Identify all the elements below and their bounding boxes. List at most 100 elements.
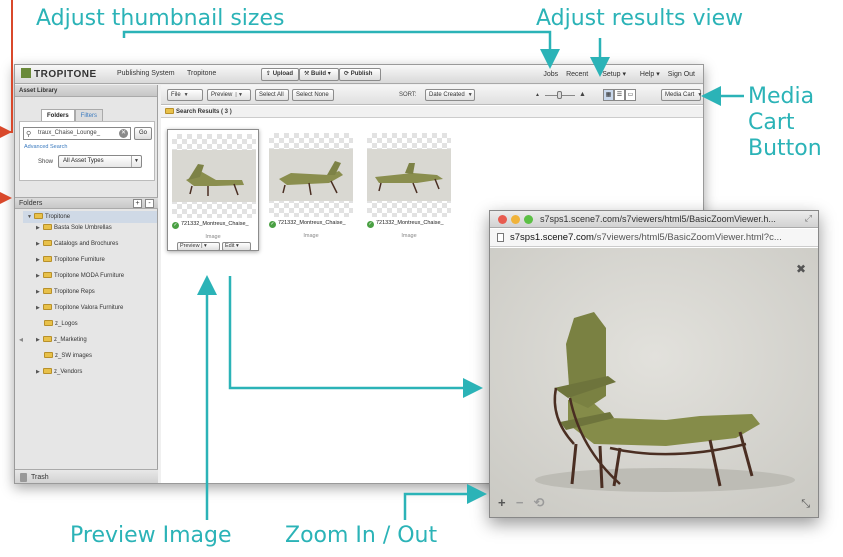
folder-item[interactable]: ▶ Catalogs and Brochures xyxy=(27,239,157,255)
search-results-header: Search Results ( 3 ) xyxy=(161,106,703,118)
select-all-button[interactable]: Select All xyxy=(255,89,289,101)
trash[interactable]: Trash xyxy=(15,469,158,483)
chevron-right-icon[interactable]: ▶ xyxy=(36,287,43,297)
grid-view-button[interactable]: ▦ xyxy=(603,89,614,101)
chevron-down-icon: ▼ xyxy=(183,92,189,98)
asset-thumbnail[interactable] xyxy=(367,133,451,217)
sort-select[interactable]: Date Created ▼ xyxy=(425,89,475,101)
chaise-lounge-image xyxy=(172,150,256,202)
folder-root[interactable]: ▼ Tropitone xyxy=(23,211,157,223)
chevron-right-icon[interactable]: ▶ xyxy=(36,303,43,313)
popup-title: s7sps1.scene7.com/s7viewers/html5/BasicZ… xyxy=(540,214,776,224)
sort-label: SORT: xyxy=(399,92,417,98)
folder-item[interactable]: ▶ Tropitone Valora Furniture xyxy=(27,303,157,319)
asset-type-label: Image xyxy=(205,234,221,240)
search-icon[interactable]: ⚲ xyxy=(26,130,31,138)
nav-recent[interactable]: Recent xyxy=(566,71,588,78)
folder-item[interactable]: z_Logos xyxy=(27,319,157,335)
callout-adjust-results-view: Adjust results view xyxy=(536,6,744,31)
folder-item[interactable]: z_SW images xyxy=(27,351,157,367)
folder-item[interactable]: ▶ Tropitone Furniture xyxy=(27,255,157,271)
chevron-right-icon[interactable]: ▶ xyxy=(36,255,43,265)
folder-list: ▶ Basta Sole Umbrellas ▶ Catalogs and Broch… xyxy=(27,223,157,383)
asset-card[interactable]: ✓ 721332_Montreux_Chaise_ Image Preview |… xyxy=(167,129,259,251)
remove-folder-button[interactable]: - xyxy=(145,199,154,208)
edit-button[interactable]: Edit ▾ xyxy=(222,242,251,251)
nav-sign-out[interactable]: Sign Out xyxy=(668,71,695,78)
folder-item[interactable]: ▶ Tropitone MODA Furniture xyxy=(27,271,157,287)
chevron-down-icon[interactable]: ▼ xyxy=(27,211,34,223)
upload-icon: ⇪ xyxy=(266,71,273,77)
folder-label: Basta Sole Umbrellas xyxy=(54,225,112,231)
detail-view-button[interactable]: ▭ xyxy=(625,89,636,101)
chevron-right-icon[interactable]: ▶ xyxy=(36,223,43,233)
check-icon: ✓ xyxy=(172,222,179,229)
collapse-sidebar-handle[interactable]: ◂ xyxy=(19,335,23,344)
asset-thumbnail[interactable] xyxy=(172,134,256,218)
asset-card[interactable]: ✓ 721332_Montreux_Chaise_ Image xyxy=(265,129,357,251)
small-thumbnail-icon: ▲ xyxy=(535,92,540,98)
minimize-window-button[interactable] xyxy=(511,215,520,224)
preview-menu-button[interactable]: Preview | ▼ xyxy=(207,89,251,101)
folder-item[interactable]: ▶ z_Vendors xyxy=(27,367,157,383)
folders-header: Folders + - xyxy=(15,197,158,209)
chevron-down-icon: ▼ xyxy=(467,92,473,98)
zoom-window-button[interactable] xyxy=(524,215,533,224)
search-input[interactable]: traux_Chaise_Lounge_ xyxy=(23,127,131,140)
zoom-out-icon[interactable]: − xyxy=(516,495,524,510)
fullscreen-icon[interactable]: ⤡ xyxy=(801,498,810,511)
close-viewer-icon[interactable]: ✖ xyxy=(796,262,806,276)
check-icon: ✓ xyxy=(367,221,374,228)
thumbnail-size-slider[interactable]: ▲ ▲ xyxy=(535,89,591,101)
popup-address-bar[interactable]: s7sps1.scene7.com/s7viewers/html5/BasicZ… xyxy=(490,229,818,247)
chevron-right-icon[interactable]: ▶ xyxy=(36,335,43,345)
preview-button[interactable]: Preview | ▾ xyxy=(177,242,220,251)
chevron-right-icon[interactable]: ▶ xyxy=(36,271,43,281)
slider-handle[interactable] xyxy=(557,91,562,99)
results-toolbar: File ▼ Preview | ▼ Select All Select None … xyxy=(161,85,703,105)
company-name: Tropitone xyxy=(187,70,217,77)
asset-type-select[interactable]: All Asset Types ▼ xyxy=(58,155,142,168)
select-none-button[interactable]: Select None xyxy=(292,89,334,101)
chevron-right-icon[interactable]: ▶ xyxy=(36,367,43,377)
expand-icon[interactable]: ⤢ xyxy=(805,213,812,224)
close-window-button[interactable] xyxy=(498,215,507,224)
asset-thumbnail[interactable] xyxy=(269,133,353,217)
asset-name: ✓ 721332_Montreux_Chaise_ xyxy=(172,221,249,229)
chaise-lounge-image xyxy=(367,149,451,201)
file-menu-button[interactable]: File ▼ xyxy=(167,89,203,101)
nav-setup[interactable]: Setup ▾ xyxy=(596,71,626,78)
nav-help[interactable]: Help ▾ xyxy=(634,71,660,78)
publish-button[interactable]: ⟳ Publish xyxy=(339,68,381,81)
folder-item[interactable]: ▶ Tropitone Reps xyxy=(27,287,157,303)
advanced-search-link[interactable]: Advanced Search xyxy=(24,144,67,150)
asset-type-label: Image xyxy=(303,233,319,239)
add-folder-button[interactable]: + xyxy=(133,199,142,208)
folder-icon xyxy=(34,213,43,219)
zoom-reset-icon[interactable]: ⟲ xyxy=(534,495,545,511)
zoom-in-icon[interactable]: + xyxy=(498,495,506,510)
build-button[interactable]: ⚒ Build ▾ xyxy=(299,68,339,81)
go-button[interactable]: Go xyxy=(134,127,152,140)
zoom-viewer[interactable]: ✖ + − ⟲ ⤡ xyxy=(490,248,818,517)
detail-view-icon: ▭ xyxy=(627,92,634,98)
folder-icon xyxy=(43,240,52,246)
folder-tree: ▼ Tropitone ▶ Basta Sole Umbrellas ▶ Catalog… xyxy=(23,211,157,383)
brand-logo-icon xyxy=(21,68,31,78)
asset-card[interactable]: ✓ 721332_Montreux_Chaise_ Image xyxy=(363,129,455,251)
trash-icon xyxy=(20,473,27,482)
folder-label: Tropitone Reps xyxy=(54,289,95,295)
check-icon: ✓ xyxy=(269,221,276,228)
list-view-button[interactable]: ☰ xyxy=(614,89,625,101)
brand-logo: TROPITONE xyxy=(21,68,97,80)
folder-item[interactable]: ▶ z_Marketing xyxy=(27,335,157,351)
nav-jobs[interactable]: Jobs xyxy=(543,71,558,78)
media-cart-button[interactable]: Media Cart ▼ xyxy=(661,89,702,101)
folder-label: Tropitone MODA Furniture xyxy=(54,273,125,279)
folder-icon xyxy=(165,108,174,114)
build-icon: ⚒ xyxy=(304,71,312,77)
clear-search-icon[interactable]: ✕ xyxy=(119,129,128,138)
chevron-right-icon[interactable]: ▶ xyxy=(36,239,43,249)
folder-item[interactable]: ▶ Basta Sole Umbrellas xyxy=(27,223,157,239)
upload-button[interactable]: ⇪ Upload xyxy=(261,68,299,81)
